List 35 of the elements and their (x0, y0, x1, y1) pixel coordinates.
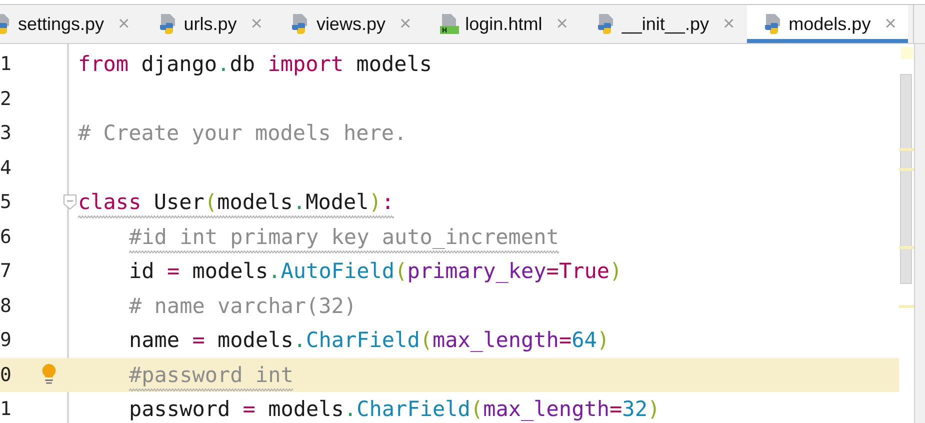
python-file-icon (158, 13, 178, 35)
scrollbar[interactable] (900, 74, 912, 284)
code-line: id = models.AutoField(primary_key=True) (129, 259, 622, 286)
line-number: 7 (0, 260, 12, 282)
line-number: 1 (0, 398, 12, 420)
line-number: 0 (0, 364, 12, 386)
python-file-icon (596, 13, 616, 35)
code-line: from django.db import models (78, 52, 432, 78)
warning-marker (899, 148, 914, 151)
editor-tab[interactable]: login.html × (423, 5, 580, 43)
line-number: 4 (0, 156, 12, 179)
html-file-icon (439, 13, 460, 35)
line-number: 8 (0, 294, 12, 317)
status-marker (901, 47, 913, 59)
warning-marker (899, 246, 914, 249)
python-file-icon (762, 13, 783, 35)
fold-marker-icon[interactable] (63, 194, 77, 210)
warning-marker (899, 168, 914, 171)
code-line: # name varchar(32) (129, 294, 357, 320)
editor-tab[interactable]: models.py × (746, 5, 908, 43)
line-number: 9 (0, 329, 12, 352)
editor-tab[interactable]: views.py × (274, 5, 424, 43)
editor-tab[interactable]: settings.py × (0, 5, 142, 43)
line-number: 3 (0, 122, 12, 144)
lightbulb-icon[interactable] (41, 364, 57, 386)
line-number: 5 (0, 191, 12, 214)
warning-marker (899, 305, 914, 308)
editor-tab[interactable]: urls.py × (142, 5, 274, 43)
line-number: 6 (0, 226, 12, 248)
line-number: 1 (0, 53, 12, 76)
code-line: name = models.CharField(max_length=64) (129, 328, 610, 354)
code-line: password = models.CharField(max_length=32) (129, 397, 660, 423)
code-line: # Create your models here. (78, 121, 407, 148)
editor-tab[interactable]: __init__.py × (580, 5, 747, 43)
line-number: 2 (0, 88, 12, 110)
